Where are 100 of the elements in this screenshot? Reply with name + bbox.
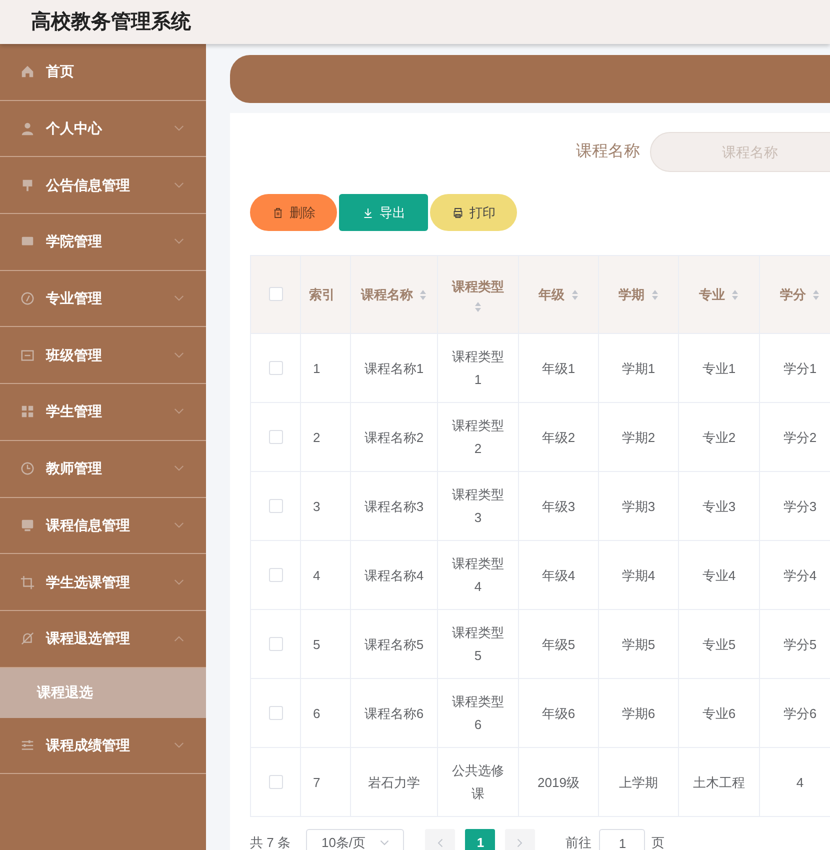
sort-icon[interactable] <box>731 288 739 300</box>
checkbox[interactable] <box>268 774 282 789</box>
table-cell: 专业2 <box>702 430 736 444</box>
column-header[interactable]: 索引 <box>309 284 335 304</box>
table-cell: 课程类型6 <box>452 694 504 732</box>
table-cell: 学分1 <box>783 360 817 376</box>
table-cell: 学期5 <box>622 636 656 652</box>
table-cell: 课程名称4 <box>364 568 424 582</box>
table-cell: 4 <box>313 568 320 582</box>
sidebar-item[interactable]: 首页 <box>0 44 206 101</box>
table-cell: 专业3 <box>702 498 736 514</box>
home-icon <box>20 64 35 80</box>
table-cell: 5 <box>313 636 320 652</box>
compass-icon <box>20 291 35 306</box>
download-icon <box>362 206 374 218</box>
table-cell: 课程类型2 <box>452 418 504 456</box>
column-header[interactable]: 专业 <box>699 284 725 304</box>
chevron-right-icon <box>517 838 524 848</box>
sort-icon[interactable] <box>419 288 427 300</box>
column-header[interactable]: 学分 <box>780 284 806 304</box>
crop-icon <box>20 574 35 590</box>
chevron-left-icon <box>437 838 444 848</box>
table-cell: 课程名称6 <box>364 706 424 720</box>
table-cell: 课程类型1 <box>452 349 504 387</box>
card-icon <box>20 348 35 363</box>
delete-button[interactable]: 删除 <box>250 194 337 231</box>
table-cell: 1 <box>313 360 320 376</box>
sort-icon[interactable] <box>812 288 820 300</box>
table-cell: 学期4 <box>622 568 656 582</box>
search-label: 课程名称 <box>576 142 640 162</box>
checkbox[interactable] <box>268 706 282 720</box>
checkbox[interactable] <box>268 430 282 444</box>
submenu-item[interactable]: 课程退选 <box>0 668 206 718</box>
table-cell: 课程名称2 <box>364 430 424 444</box>
checkbox[interactable] <box>268 287 282 302</box>
sort-icon[interactable] <box>474 300 482 312</box>
sidebar-item[interactable]: 课程信息管理 <box>0 498 206 554</box>
monitor-icon <box>20 518 35 533</box>
sidebar-item[interactable]: 专业管理 <box>0 270 206 328</box>
table-cell: 3 <box>313 498 320 514</box>
table-cell: 学期6 <box>622 706 656 720</box>
table-cell: 课程类型3 <box>452 487 504 525</box>
table-cell: 专业4 <box>702 568 736 582</box>
column-header[interactable]: 课程类型 <box>452 276 504 296</box>
sidebar-item[interactable]: 学生选课管理 <box>0 554 206 611</box>
table-cell: 专业1 <box>702 360 736 376</box>
checkbox[interactable] <box>268 360 282 375</box>
table-cell: 2019级 <box>538 774 580 790</box>
sidebar-item[interactable]: 课程成绩管理 <box>0 718 206 774</box>
checkbox[interactable] <box>268 636 282 651</box>
user-icon <box>20 121 35 136</box>
sort-icon[interactable] <box>650 288 658 300</box>
table-cell: 学分5 <box>783 636 817 652</box>
page-button[interactable]: 1 <box>465 829 496 850</box>
sidebar-item[interactable]: 班级管理 <box>0 327 206 384</box>
sidebar-item[interactable]: 学院管理 <box>0 214 206 271</box>
page-size-select[interactable]: 10条/页 <box>306 829 404 850</box>
table-cell: 年级1 <box>542 360 576 376</box>
app-title: 高校教务管理系统 <box>31 10 191 35</box>
bell-off-icon <box>20 631 35 646</box>
page-number-field[interactable]: 1 <box>599 829 646 850</box>
table-cell: 4 <box>796 774 804 790</box>
checkbox[interactable] <box>268 498 282 513</box>
table-cell: 7 <box>313 774 320 790</box>
sort-icon[interactable] <box>570 288 578 300</box>
sidebar-item[interactable]: 学生管理 <box>0 384 206 441</box>
next-page-button[interactable] <box>505 829 536 850</box>
column-header[interactable]: 学期 <box>618 284 644 304</box>
table-cell: 年级2 <box>542 430 576 444</box>
table-cell: 学分4 <box>783 568 817 582</box>
signboard-icon <box>20 178 35 193</box>
table-cell: 6 <box>313 706 320 720</box>
chevron-down-icon <box>380 840 390 846</box>
grid-icon <box>20 404 35 420</box>
print-button[interactable]: 打印 <box>430 194 517 231</box>
search-field[interactable]: 课程名称 <box>650 132 830 172</box>
table-cell: 2 <box>313 430 320 444</box>
column-header[interactable]: 年级 <box>538 284 564 304</box>
checkbox[interactable] <box>268 568 282 582</box>
table-cell: 土木工程 <box>693 774 745 790</box>
printer-icon <box>452 206 464 218</box>
sidebar-item[interactable]: 公告信息管理 <box>0 157 206 214</box>
table-cell: 学分6 <box>783 706 817 720</box>
table-cell: 专业6 <box>702 706 736 720</box>
table-cell: 课程类型4 <box>452 556 504 594</box>
sidebar-item[interactable]: 教师管理 <box>0 440 206 498</box>
trash-icon <box>272 206 284 218</box>
goto-label: 前往 <box>565 834 592 850</box>
table-cell: 年级4 <box>542 568 576 582</box>
table-cell: 年级3 <box>542 498 576 514</box>
page-suffix: 页 <box>651 834 664 850</box>
table-cell: 课程类型5 <box>452 625 504 663</box>
table-cell: 上学期 <box>619 774 658 790</box>
previous-page-button[interactable] <box>425 829 456 850</box>
sliders-icon <box>20 738 35 753</box>
clock-icon <box>20 461 35 476</box>
table-cell: 专业5 <box>702 636 736 652</box>
export-button[interactable]: 导出 <box>339 194 428 231</box>
column-header[interactable]: 课程名称 <box>361 284 413 304</box>
sidebar-item[interactable]: 个人中心 <box>0 100 206 158</box>
